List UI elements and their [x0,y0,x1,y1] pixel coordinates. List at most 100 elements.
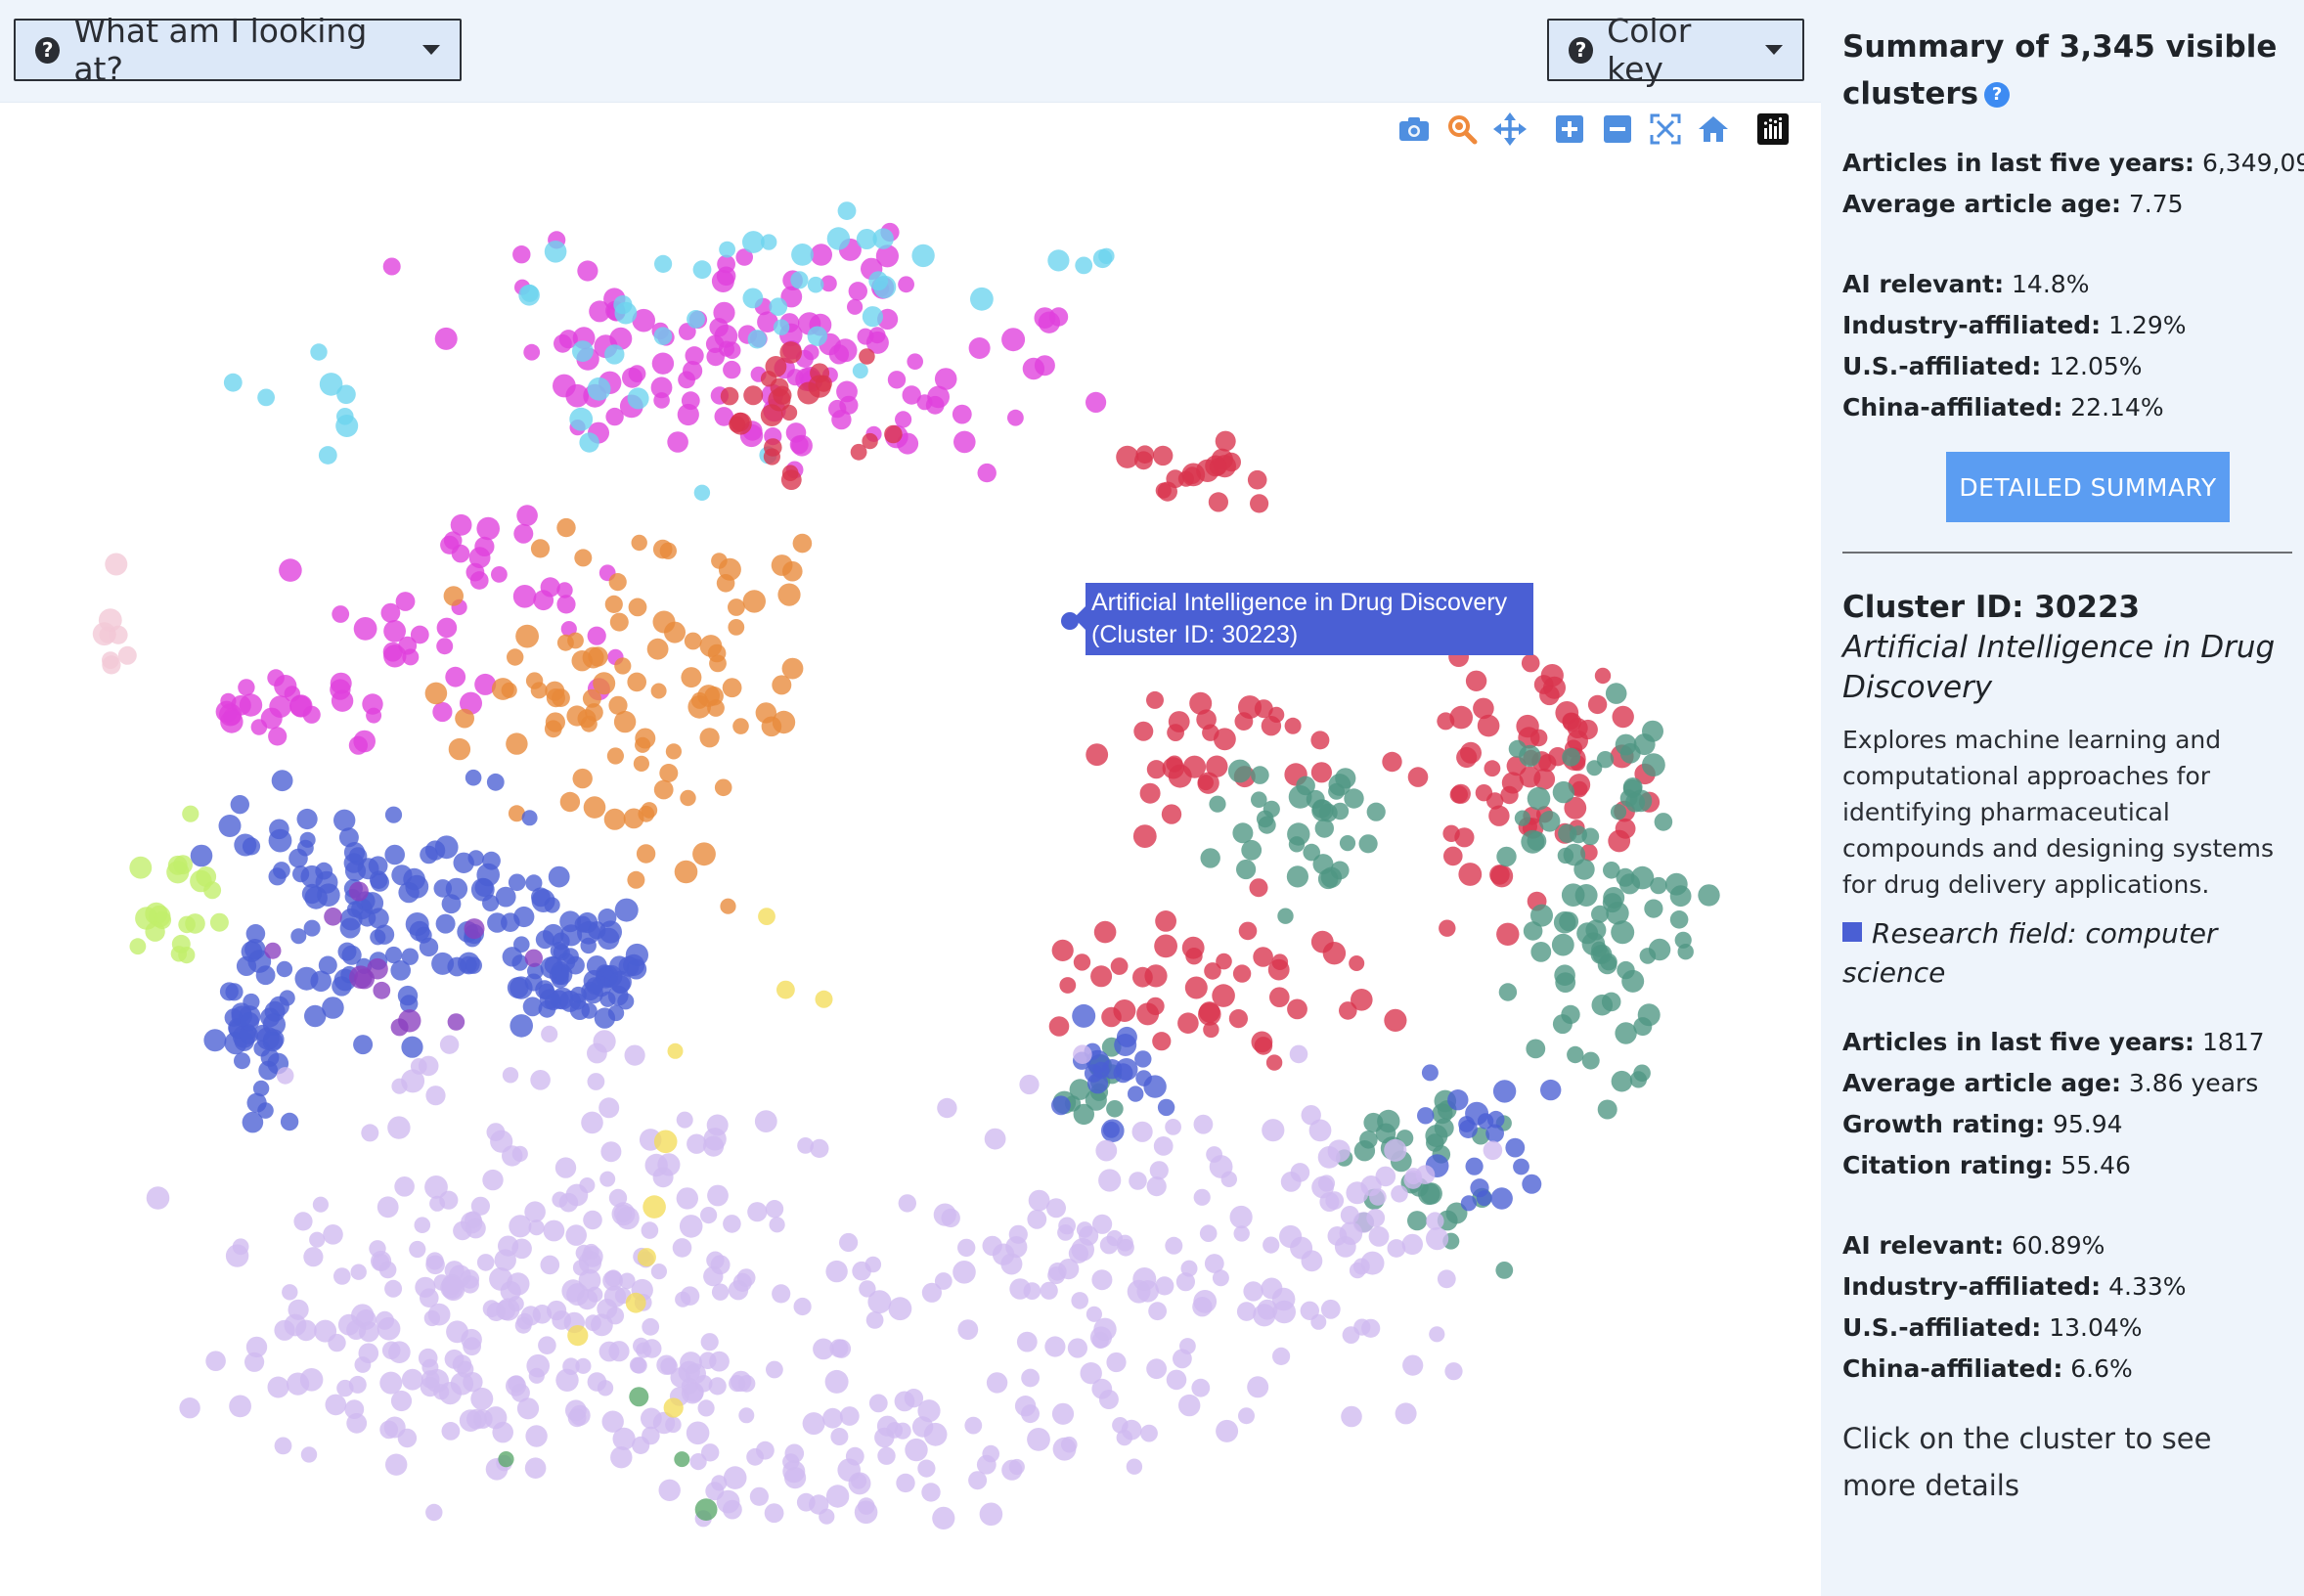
cluster-point[interactable] [632,1436,650,1454]
question-icon[interactable]: ? [1984,82,2011,108]
cluster-point[interactable] [859,1280,876,1298]
cluster-point[interactable] [1179,1338,1196,1354]
cluster-point[interactable] [530,682,548,699]
cluster-point[interactable] [445,666,466,687]
cluster-point[interactable] [839,1232,859,1253]
cluster-point[interactable] [569,999,591,1020]
cluster-point[interactable] [1387,1239,1406,1258]
cluster-point[interactable] [554,1157,577,1178]
cluster-point[interactable] [810,244,832,266]
cluster-point[interactable] [348,847,368,865]
cluster-point[interactable] [491,566,508,583]
cluster-point[interactable] [129,938,147,955]
cluster-point[interactable] [1193,1290,1218,1313]
cluster-point[interactable] [1093,1317,1117,1342]
cluster-point[interactable] [932,1506,955,1530]
cluster-point[interactable] [583,796,606,819]
cluster-point[interactable] [623,808,644,829]
cluster-point[interactable] [552,1191,568,1208]
cluster-point[interactable] [627,387,649,410]
cluster-point[interactable] [447,1013,465,1031]
cluster-point[interactable] [388,1341,411,1363]
cluster-point[interactable] [1339,835,1356,852]
cluster-point[interactable] [1527,786,1551,811]
cluster-point[interactable] [1227,759,1252,783]
cluster-point[interactable] [687,310,705,329]
cluster-point[interactable] [1591,994,1614,1016]
cluster-point[interactable] [1143,1075,1167,1098]
cluster-point[interactable] [276,960,293,978]
cluster-point[interactable] [1287,822,1310,846]
cluster-point[interactable] [699,728,720,748]
cluster-point[interactable] [92,622,116,646]
cluster-point[interactable] [1538,811,1561,832]
cluster-point[interactable] [1243,1281,1263,1302]
cluster-point[interactable] [1460,1195,1477,1212]
cluster-point[interactable] [1349,955,1365,971]
cluster-point[interactable] [409,1240,426,1259]
cluster-point[interactable] [650,683,667,699]
cluster-point[interactable] [1581,1051,1600,1070]
cluster-point[interactable] [348,881,369,902]
cluster-point[interactable] [1116,1026,1137,1047]
cluster-point[interactable] [1251,791,1267,808]
cluster-point[interactable] [482,1169,504,1191]
cluster-point[interactable] [1553,910,1576,934]
cluster-point[interactable] [608,1188,628,1208]
cluster-point[interactable] [279,558,302,582]
cluster-point[interactable] [872,228,894,249]
cluster-point[interactable] [738,1407,755,1424]
cluster-point[interactable] [1591,905,1609,923]
cluster-point[interactable] [245,1336,268,1358]
cluster-point[interactable] [970,287,994,311]
cluster-point[interactable] [219,982,239,1001]
cluster-point[interactable] [350,1264,367,1280]
cluster-point[interactable] [1206,755,1228,777]
cluster-point[interactable] [635,728,656,749]
cluster-point[interactable] [807,276,824,293]
cluster-point[interactable] [1439,919,1456,937]
cluster-point[interactable] [577,260,598,282]
cluster-point[interactable] [245,924,266,944]
cluster-point[interactable] [848,282,867,301]
cluster-point[interactable] [807,326,827,346]
cluster-point[interactable] [1167,724,1184,741]
cluster-point[interactable] [1458,863,1483,886]
cluster-point[interactable] [1073,953,1091,971]
cluster-point[interactable] [852,363,868,379]
cluster-point[interactable] [1514,810,1530,826]
cluster-point[interactable] [436,617,458,639]
cluster-point[interactable] [1630,865,1655,890]
cluster-point[interactable] [606,1307,625,1325]
cluster-point[interactable] [1301,1250,1323,1272]
cluster-point[interactable] [1212,1269,1229,1287]
cluster-point[interactable] [1335,768,1356,789]
cluster-point[interactable] [1470,1178,1489,1198]
cluster-point[interactable] [441,894,462,914]
cluster-point[interactable] [401,1036,423,1058]
cluster-point[interactable] [1058,1217,1076,1235]
cluster-point[interactable] [588,646,608,667]
cluster-point[interactable] [763,448,781,466]
cluster-point[interactable] [1134,1050,1152,1068]
cluster-point[interactable] [923,1422,948,1446]
cluster-point[interactable] [689,1453,707,1471]
cluster-point[interactable] [1289,1044,1308,1064]
cluster-point[interactable] [1157,1098,1175,1117]
cluster-point[interactable] [791,244,814,266]
cluster-point[interactable] [1027,1428,1050,1451]
cluster-point[interactable] [397,985,419,1006]
cluster-point[interactable] [1181,936,1205,959]
cluster-point[interactable] [1127,1279,1151,1304]
cluster-point[interactable] [524,973,543,992]
cluster-point[interactable] [1040,1281,1058,1300]
cluster-point[interactable] [904,1389,924,1408]
cluster-point[interactable] [384,844,406,865]
cluster-point[interactable] [509,1215,532,1238]
cluster-point[interactable] [486,773,505,791]
cluster-point[interactable] [862,306,884,328]
cluster-point[interactable] [790,271,809,289]
cluster-point[interactable] [574,549,593,567]
cluster-point[interactable] [681,391,700,411]
cluster-point[interactable] [629,1387,649,1407]
